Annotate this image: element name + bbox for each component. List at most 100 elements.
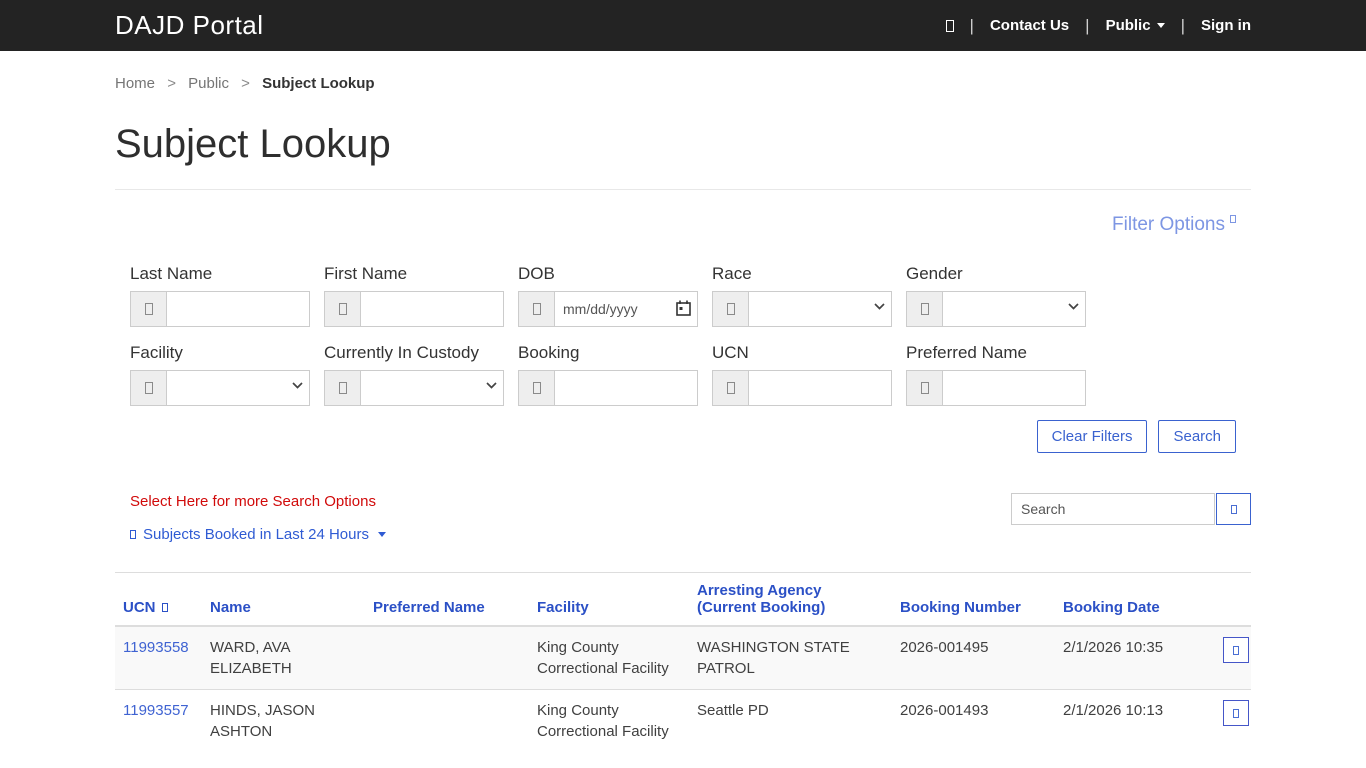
filter-panel: Filter Options Last Name First Name DOB … [115, 214, 1251, 453]
in-custody-select[interactable] [360, 370, 504, 406]
field-facility: Facility [130, 343, 310, 406]
page-title: Subject Lookup [115, 122, 391, 166]
field-first-name: First Name [324, 264, 504, 327]
field-gender: Gender [906, 264, 1086, 327]
breadcrumb-public[interactable]: Public [188, 75, 229, 92]
booking-date: 2/1/2026 10:35 [1063, 639, 1164, 656]
preferred-name-addon-icon [906, 370, 942, 406]
brand-logo[interactable]: DAJD Portal [115, 10, 264, 41]
col-header-preferred-name[interactable]: Preferred Name [365, 572, 529, 627]
col-header-ucn[interactable]: UCN [115, 572, 202, 627]
row-detail-button[interactable] [1223, 700, 1249, 726]
facility-select[interactable] [166, 370, 310, 406]
preferred-name-label: Preferred Name [906, 343, 1027, 362]
col-header-name[interactable]: Name [202, 572, 365, 627]
breadcrumb: Home > Public > Subject Lookup [115, 51, 1251, 92]
chevron-down-icon [1156, 23, 1165, 28]
breadcrumb-current: Subject Lookup [262, 75, 375, 92]
field-ucn: UCN [712, 343, 892, 406]
facility-label: Facility [130, 343, 183, 362]
table-row: 11993557 HINDS, JASON ASHTON King County… [115, 689, 1251, 752]
dob-input[interactable] [554, 291, 698, 327]
person-icon [324, 291, 360, 327]
search-icon [945, 19, 954, 32]
ucn-link[interactable]: 11993557 [123, 702, 189, 719]
top-navigation: | Contact Us | Public | Sign in [945, 15, 1251, 36]
arresting-agency: Seattle PD [697, 702, 769, 719]
filter-form: Last Name First Name DOB mm/dd/yyyy Race… [130, 264, 1236, 406]
subject-facility: King County Correctional Facility [537, 639, 669, 677]
person-icon [130, 291, 166, 327]
preferred-name-input[interactable] [942, 370, 1086, 406]
col-header-actions [1215, 572, 1251, 627]
field-race: Race [712, 264, 892, 327]
booking-label: Booking [518, 343, 580, 362]
ucn-label: UCN [712, 343, 749, 362]
table-search [1011, 493, 1251, 525]
top-navbar: DAJD Portal | Contact Us | Public | Sign… [0, 0, 1366, 51]
field-in-custody: Currently In Custody [324, 343, 504, 406]
field-preferred-name: Preferred Name [906, 343, 1086, 406]
nav-divider: | [969, 15, 974, 35]
detail-icon [1233, 645, 1239, 655]
ucn-input[interactable] [748, 370, 892, 406]
arresting-agency: WASHINGTON STATE PATROL [697, 639, 850, 677]
table-search-input[interactable] [1011, 493, 1215, 525]
table-search-button[interactable] [1216, 493, 1251, 525]
table-row: 11993558 WARD, AVA ELIZABETH King County… [115, 626, 1251, 690]
clock-icon [130, 530, 136, 539]
search-button[interactable]: Search [1158, 420, 1236, 453]
race-addon-icon [712, 291, 748, 327]
table-header-row: UCN Name Preferred Name Facility Arresti… [115, 572, 1251, 627]
last-name-input[interactable] [166, 291, 310, 327]
title-divider [115, 189, 1251, 190]
list-controls: Select Here for more Search Options Subj… [115, 493, 1251, 544]
booked-last-24-hours-toggle[interactable]: Subjects Booked in Last 24 Hours [130, 526, 386, 543]
ucn-addon-icon [712, 370, 748, 406]
race-select[interactable] [748, 291, 892, 327]
field-dob: DOB [518, 264, 698, 327]
booking-date: 2/1/2026 10:13 [1063, 702, 1164, 719]
in-custody-label: Currently In Custody [324, 343, 479, 362]
ucn-link[interactable]: 11993558 [123, 639, 189, 656]
booking-input[interactable] [554, 370, 698, 406]
gender-addon-icon [906, 291, 942, 327]
header-search-icon[interactable] [945, 19, 954, 32]
breadcrumb-separator: > [167, 75, 176, 92]
booking-number: 2026-001495 [900, 639, 989, 656]
nav-public-dropdown[interactable]: Public [1106, 17, 1165, 34]
results-table: UCN Name Preferred Name Facility Arresti… [115, 572, 1251, 752]
calendar-addon-icon [518, 291, 554, 327]
nav-divider: | [1085, 15, 1090, 35]
nav-sign-in[interactable]: Sign in [1201, 17, 1251, 34]
booking-addon-icon [518, 370, 554, 406]
first-name-label: First Name [324, 264, 408, 283]
custody-addon-icon [324, 370, 360, 406]
more-search-options-link[interactable]: Select Here for more Search Options [130, 493, 386, 510]
search-icon [1230, 504, 1237, 514]
gender-label: Gender [906, 264, 963, 283]
col-header-booking-number[interactable]: Booking Number [892, 572, 1055, 627]
building-icon [130, 370, 166, 406]
col-header-facility[interactable]: Facility [529, 572, 689, 627]
col-header-booking-date[interactable]: Booking Date [1055, 572, 1215, 627]
nav-divider: | [1180, 15, 1185, 35]
subject-name: WARD, AVA ELIZABETH [210, 639, 292, 677]
subject-facility: King County Correctional Facility [537, 702, 669, 740]
row-detail-button[interactable] [1223, 637, 1249, 663]
subject-name: HINDS, JASON ASHTON [210, 702, 316, 740]
first-name-input[interactable] [360, 291, 504, 327]
gender-select[interactable] [942, 291, 1086, 327]
clear-filters-button[interactable]: Clear Filters [1036, 420, 1148, 453]
race-label: Race [712, 264, 752, 283]
sort-icon [161, 603, 168, 612]
booking-number: 2026-001493 [900, 702, 989, 719]
chevron-down-icon [377, 532, 386, 537]
breadcrumb-separator: > [241, 75, 250, 92]
breadcrumb-home[interactable]: Home [115, 75, 155, 92]
field-last-name: Last Name [130, 264, 310, 327]
col-header-arresting-agency[interactable]: Arresting Agency (Current Booking) [689, 572, 892, 627]
nav-contact-us[interactable]: Contact Us [990, 17, 1069, 34]
last-name-label: Last Name [130, 264, 213, 283]
filter-options-toggle[interactable]: Filter Options [1112, 214, 1236, 235]
